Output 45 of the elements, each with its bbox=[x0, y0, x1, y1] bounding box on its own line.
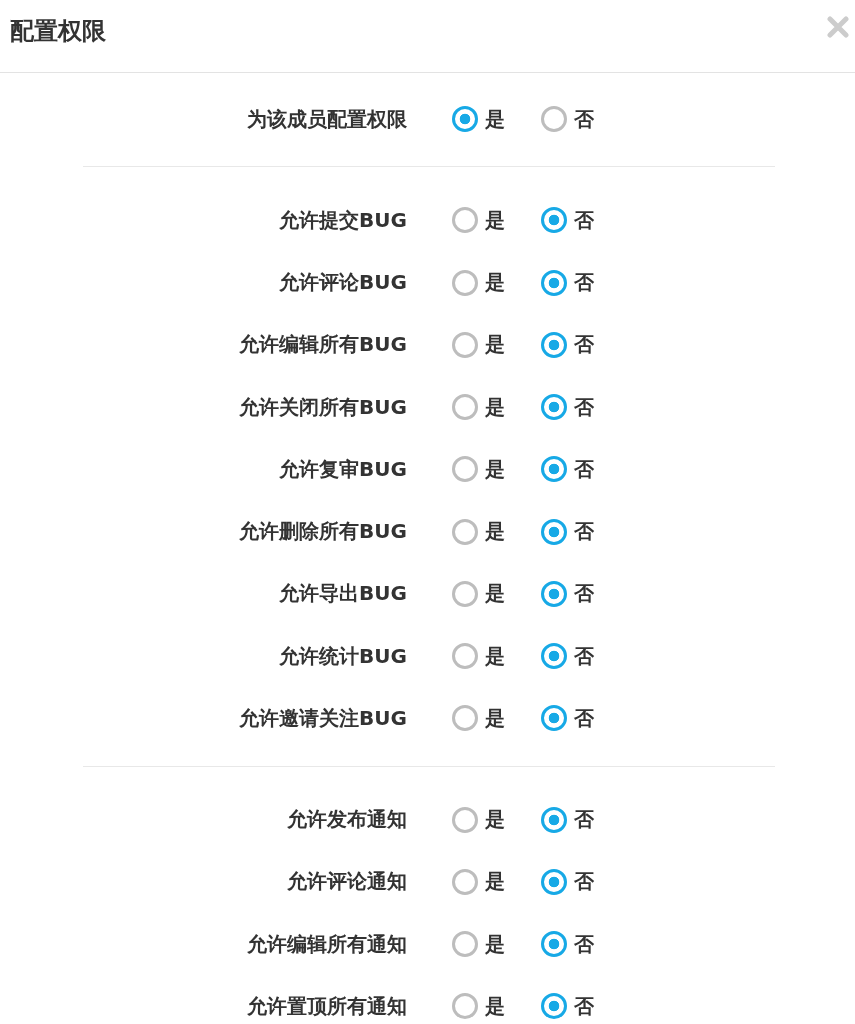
radio-option[interactable]: 否 bbox=[541, 704, 594, 732]
radio-option[interactable]: 否 bbox=[541, 105, 594, 133]
permission-label: 允许发布通知 bbox=[287, 806, 407, 834]
radio-option[interactable]: 否 bbox=[541, 269, 594, 297]
radio-option[interactable]: 否 bbox=[541, 206, 594, 234]
radio-option[interactable]: 是 bbox=[452, 206, 505, 234]
radio-option[interactable]: 是 bbox=[452, 105, 505, 133]
radio-option[interactable]: 否 bbox=[541, 331, 594, 359]
radio-option[interactable]: 否 bbox=[541, 580, 594, 608]
radio-option[interactable]: 否 bbox=[541, 455, 594, 483]
radio-option[interactable]: 否 bbox=[541, 642, 594, 670]
close-button[interactable] bbox=[827, 16, 849, 38]
radio-option[interactable]: 否 bbox=[541, 992, 594, 1020]
permission-label: 允许评论通知 bbox=[287, 868, 407, 896]
permission-label: 允许编辑所有BUG bbox=[239, 331, 407, 359]
permission-label: 允许评论BUG bbox=[279, 269, 407, 297]
permission-label: 允许置顶所有通知 bbox=[247, 992, 407, 1020]
dialog-title: 配置权限 bbox=[10, 16, 106, 47]
radio-option[interactable]: 是 bbox=[452, 806, 505, 834]
radio-option[interactable]: 否 bbox=[541, 518, 594, 546]
radio-option[interactable]: 是 bbox=[452, 704, 505, 732]
radio-option[interactable]: 否 bbox=[541, 806, 594, 834]
radio-option[interactable]: 是 bbox=[452, 455, 505, 483]
radio-option[interactable]: 是 bbox=[452, 992, 505, 1020]
permission-label: 允许导出BUG bbox=[279, 580, 407, 608]
radio-option[interactable]: 是 bbox=[452, 642, 505, 670]
radio-option[interactable]: 否 bbox=[541, 868, 594, 896]
radio-option[interactable]: 否 bbox=[541, 393, 594, 421]
radio-option[interactable]: 是 bbox=[452, 393, 505, 421]
permission-label: 为该成员配置权限 bbox=[247, 105, 407, 133]
radio-option[interactable]: 是 bbox=[452, 331, 505, 359]
permission-label: 允许统计BUG bbox=[279, 642, 407, 670]
permission-label: 允许提交BUG bbox=[279, 206, 407, 234]
radio-option[interactable]: 是 bbox=[452, 930, 505, 958]
close-icon bbox=[827, 16, 849, 38]
radio-option[interactable]: 是 bbox=[452, 580, 505, 608]
radio-option[interactable]: 是 bbox=[452, 868, 505, 896]
permission-label: 允许关闭所有BUG bbox=[239, 393, 407, 421]
permission-label: 允许复审BUG bbox=[279, 455, 407, 483]
permission-label: 允许邀请关注BUG bbox=[239, 704, 407, 732]
radio-option[interactable]: 否 bbox=[541, 930, 594, 958]
permission-label: 允许删除所有BUG bbox=[239, 518, 407, 546]
radio-option[interactable]: 是 bbox=[452, 518, 505, 546]
radio-option[interactable]: 是 bbox=[452, 269, 505, 297]
permission-label: 允许编辑所有通知 bbox=[247, 930, 407, 958]
